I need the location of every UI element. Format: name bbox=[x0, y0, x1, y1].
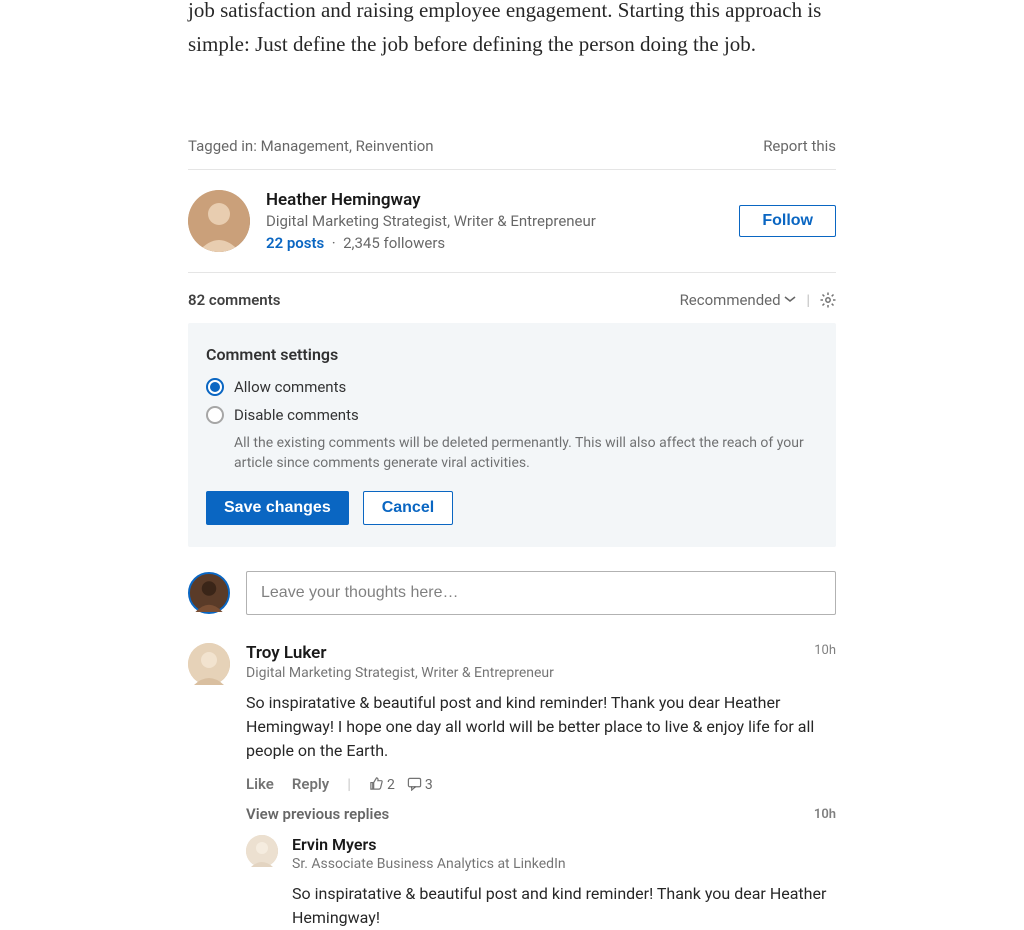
comment-settings-help: All the existing comments will be delete… bbox=[234, 434, 818, 473]
comment-settings-title: Comment settings bbox=[206, 345, 818, 364]
tag-link[interactable]: Management bbox=[261, 137, 349, 155]
comment-settings-panel: Comment settings Allow comments Disable … bbox=[188, 323, 836, 547]
report-link[interactable]: Report this bbox=[763, 137, 836, 155]
author-avatar[interactable] bbox=[188, 190, 250, 252]
comment-input[interactable] bbox=[246, 571, 836, 615]
article-tags: Tagged in: Management, Reinvention bbox=[188, 137, 434, 155]
author-card: Heather Hemingway Digital Marketing Stra… bbox=[188, 170, 836, 272]
reply-item: Ervin Myers Sr. Associate Business Analy… bbox=[246, 835, 836, 930]
radio-disable-comments[interactable]: Disable comments bbox=[206, 406, 818, 424]
author-posts-link[interactable]: 22 posts bbox=[266, 234, 324, 252]
author-name[interactable]: Heather Hemingway bbox=[266, 190, 723, 210]
commenter-avatar[interactable] bbox=[188, 643, 230, 685]
comment-text: So inspiratative & beautiful post and ki… bbox=[246, 691, 836, 763]
reply-button[interactable]: Reply bbox=[292, 775, 329, 793]
radio-icon bbox=[206, 406, 224, 424]
reply-count[interactable]: 3 bbox=[407, 776, 433, 793]
commenter-name[interactable]: Troy Luker bbox=[246, 643, 554, 663]
replier-name[interactable]: Ervin Myers bbox=[292, 835, 836, 854]
commenter-headline: Digital Marketing Strategist, Writer & E… bbox=[246, 665, 554, 681]
radio-allow-comments[interactable]: Allow comments bbox=[206, 378, 818, 396]
reply-timestamp: 10h bbox=[814, 807, 836, 822]
comment-item: Troy Luker Digital Marketing Strategist,… bbox=[188, 643, 836, 793]
like-button[interactable]: Like bbox=[246, 775, 274, 793]
replier-avatar[interactable] bbox=[246, 835, 278, 867]
sort-dropdown[interactable]: Recommended bbox=[680, 291, 797, 309]
gear-icon[interactable] bbox=[820, 292, 836, 308]
view-previous-replies[interactable]: View previous replies bbox=[246, 805, 389, 823]
radio-icon bbox=[206, 378, 224, 396]
follow-button[interactable]: Follow bbox=[739, 205, 836, 237]
comment-timestamp: 10h bbox=[814, 643, 836, 658]
comments-count: 82 comments bbox=[188, 291, 280, 309]
reply-text: So inspiratative & beautiful post and ki… bbox=[292, 882, 836, 930]
tags-label: Tagged in: bbox=[188, 137, 257, 155]
chevron-down-icon bbox=[784, 291, 796, 303]
replier-headline: Sr. Associate Business Analytics at Link… bbox=[292, 856, 836, 872]
like-count[interactable]: 2 bbox=[369, 776, 395, 793]
article-body-tail: job satisfaction and raising employee en… bbox=[188, 0, 836, 131]
save-changes-button[interactable]: Save changes bbox=[206, 491, 349, 525]
current-user-avatar[interactable] bbox=[188, 572, 230, 614]
author-followers: 2,345 followers bbox=[343, 234, 445, 252]
cancel-button[interactable]: Cancel bbox=[363, 491, 453, 525]
author-headline: Digital Marketing Strategist, Writer & E… bbox=[266, 212, 723, 230]
tag-link[interactable]: Reinvention bbox=[356, 137, 434, 155]
